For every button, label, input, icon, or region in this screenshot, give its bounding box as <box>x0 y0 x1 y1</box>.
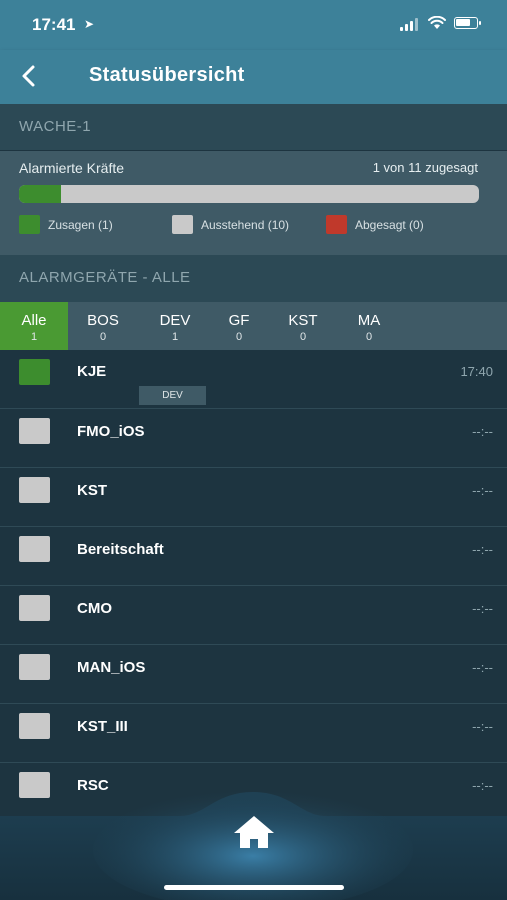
device-time: 17:40 <box>460 364 493 379</box>
tab-label: MA <box>357 312 381 329</box>
alarm-progress-bar <box>19 185 479 203</box>
home-icon[interactable] <box>229 812 279 852</box>
status-indicator <box>19 536 50 562</box>
status-time: 17:41 <box>32 15 76 34</box>
device-row[interactable]: KST_III --:-- <box>0 704 507 763</box>
tab-count: 1 <box>30 331 38 343</box>
tab-count: 0 <box>99 331 107 343</box>
tab-bos[interactable]: BOS 0 <box>72 302 134 350</box>
device-row[interactable]: KST --:-- <box>0 468 507 527</box>
status-indicator <box>19 477 50 503</box>
device-time: --:-- <box>472 660 493 675</box>
alarm-label: Alarmierte Kräfte <box>19 160 125 176</box>
legend-label: Ausstehend (10) <box>201 218 290 232</box>
filter-tabs: Alle 1 BOS 0 DEV 1 GF 0 KST 0 MA 0 <box>0 302 507 350</box>
device-row[interactable]: KJE 17:40 DEV <box>0 350 507 409</box>
device-name: FMO_iOS <box>77 423 145 440</box>
tab-kst[interactable]: KST 0 <box>274 302 332 350</box>
device-row[interactable]: MAN_iOS --:-- <box>0 645 507 704</box>
tab-gf[interactable]: GF 0 <box>212 302 266 350</box>
tab-count: 0 <box>235 331 243 343</box>
bottom-bar <box>0 790 507 900</box>
tab-count: 0 <box>299 331 307 343</box>
device-name: Bereitschaft <box>77 541 164 558</box>
tab-dev[interactable]: DEV 1 <box>144 302 206 350</box>
device-row[interactable]: CMO --:-- <box>0 586 507 645</box>
page-title: Statusübersicht <box>89 64 245 86</box>
status-indicator <box>19 359 50 385</box>
legend-swatch <box>326 215 347 234</box>
tab-label: BOS <box>87 312 119 329</box>
device-name: MAN_iOS <box>77 659 146 676</box>
legend-label: Zusagen (1) <box>48 218 113 232</box>
tab-label: GF <box>228 312 250 329</box>
status-indicator <box>19 654 50 680</box>
alarm-count: 1 von 11 zugesagt <box>372 160 478 175</box>
section-title: ALARMGERÄTE - ALLE <box>19 269 191 286</box>
device-name: CMO <box>77 600 112 617</box>
device-time: --:-- <box>472 719 493 734</box>
section-header-devices: ALARMGERÄTE - ALLE <box>0 255 507 302</box>
device-time: --:-- <box>472 601 493 616</box>
section-header-wache: WACHE-1 <box>0 104 507 150</box>
tab-label: KST <box>288 312 318 329</box>
device-time: --:-- <box>472 424 493 439</box>
device-tag: DEV <box>139 386 206 405</box>
status-indicator <box>19 418 50 444</box>
tab-count: 0 <box>365 331 373 343</box>
tab-alle[interactable]: Alle 1 <box>0 302 68 350</box>
device-row[interactable]: Bereitschaft --:-- <box>0 527 507 586</box>
device-name: KST <box>77 482 107 499</box>
nav-bar: Statusübersicht <box>0 50 507 104</box>
status-indicator <box>19 595 50 621</box>
alarm-progress-fill <box>19 185 61 203</box>
legend-swatch <box>19 215 40 234</box>
status-indicator <box>19 713 50 739</box>
location-arrow-icon: ➤ <box>84 17 95 31</box>
legend-label: Abgesagt (0) <box>355 218 424 232</box>
back-chevron-icon[interactable] <box>18 63 42 89</box>
tab-label: DEV <box>159 312 191 329</box>
device-name: KJE <box>77 363 107 380</box>
tab-ma[interactable]: MA 0 <box>342 302 396 350</box>
device-time: --:-- <box>472 542 493 557</box>
section-title: WACHE-1 <box>19 118 92 135</box>
battery-icon <box>454 17 481 29</box>
status-bar: 17:41 ➤ <box>0 0 507 50</box>
legend-swatch <box>172 215 193 234</box>
device-row[interactable]: FMO_iOS --:-- <box>0 409 507 468</box>
tab-count: 1 <box>171 331 179 343</box>
tab-label: Alle <box>21 312 47 329</box>
alarm-summary: Alarmierte Kräfte 1 von 11 zugesagt Zusa… <box>0 151 507 255</box>
wifi-icon <box>428 16 446 29</box>
cellular-signal-icon <box>400 18 420 31</box>
device-time: --:-- <box>472 483 493 498</box>
home-indicator <box>164 885 344 890</box>
device-name: KST_III <box>77 718 128 735</box>
